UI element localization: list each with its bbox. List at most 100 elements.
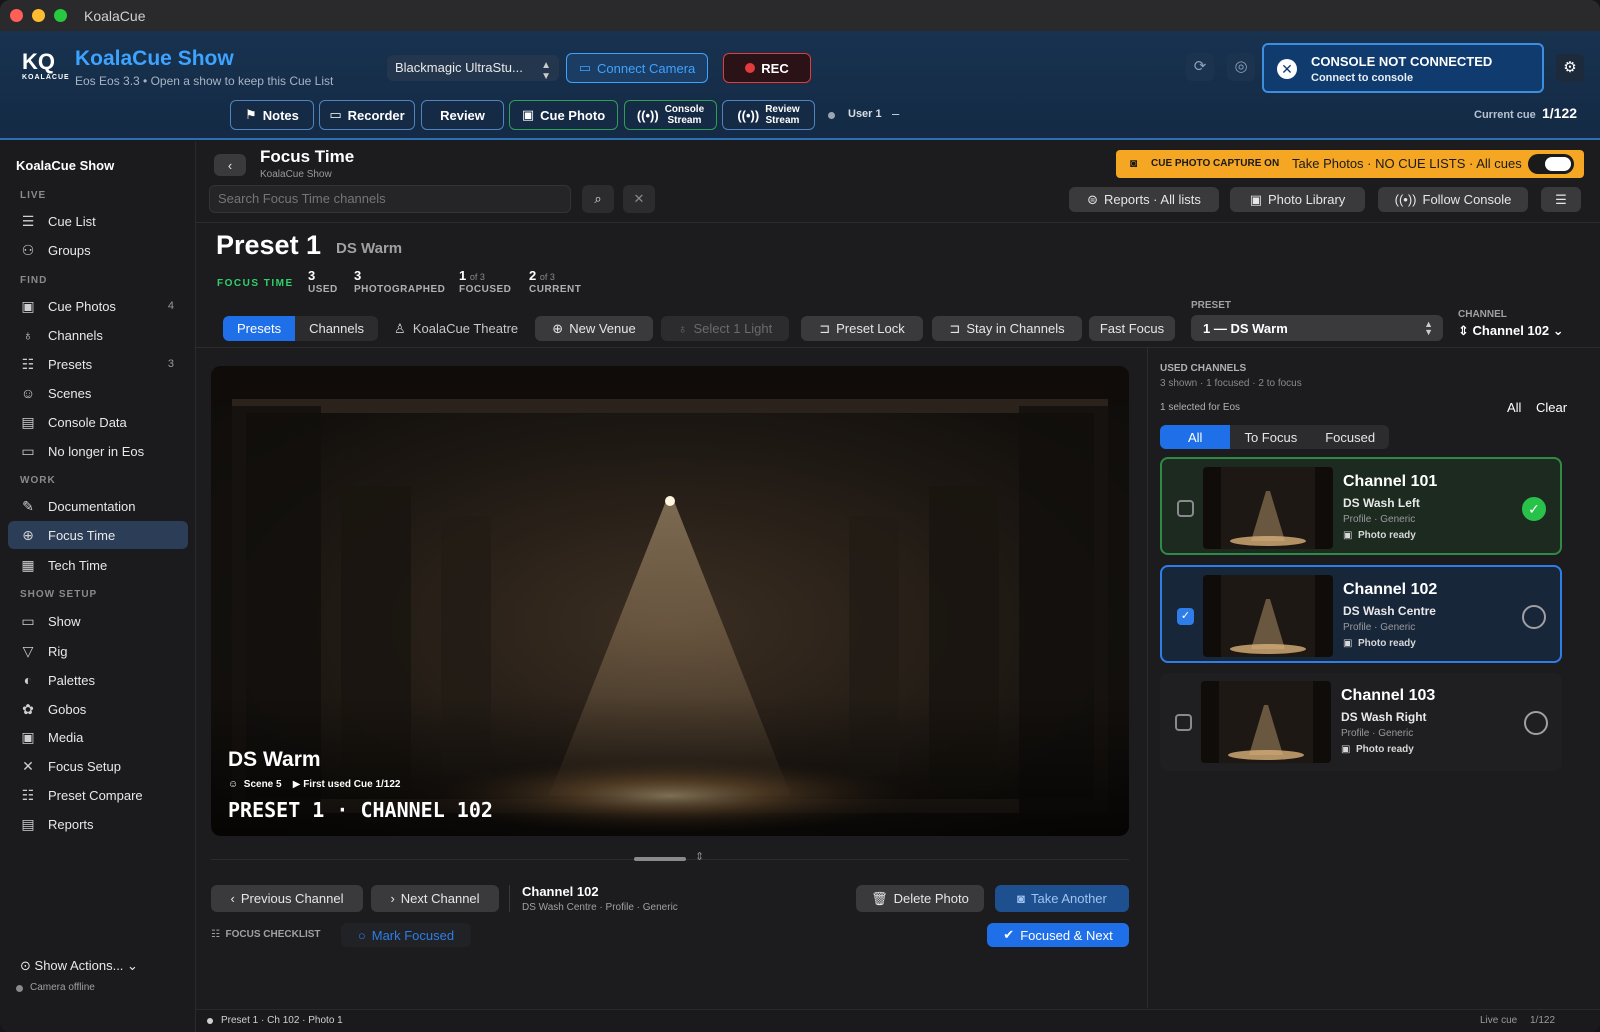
filter-focused[interactable]: Focused bbox=[1311, 425, 1389, 449]
channel-card-102[interactable]: ✓ Channel 102 DS Wash Centre Profile · G… bbox=[1160, 565, 1562, 663]
rec-button[interactable]: REC bbox=[723, 53, 811, 83]
target-icon[interactable]: ◎ bbox=[1227, 53, 1255, 81]
close-window-button[interactable] bbox=[10, 9, 23, 22]
preset-lock-label: Preset Lock bbox=[836, 321, 905, 336]
app-title: KoalaCue Show bbox=[75, 47, 234, 70]
sidebar-item-gobos[interactable]: ✿ Gobos bbox=[8, 695, 188, 723]
new-venue-button[interactable]: ⊕ New Venue bbox=[535, 316, 653, 341]
tab-presets[interactable]: Presets bbox=[223, 316, 296, 341]
sidebar-item-palettes[interactable]: ◐ Palettes bbox=[8, 666, 188, 694]
camera-icon: ◙ bbox=[1130, 156, 1138, 170]
channel-filter: All To Focus Focused bbox=[1160, 425, 1390, 449]
sidebar-item-presets[interactable]: ☷ Presets 3 bbox=[8, 350, 188, 378]
sidebar-item-channels[interactable]: ♁ Channels bbox=[8, 321, 188, 349]
sidebar-item-label: Focus Setup bbox=[48, 758, 121, 774]
user-dash: – bbox=[892, 106, 900, 121]
sync-icon[interactable]: ⟳ bbox=[1186, 53, 1214, 81]
sidebar-item-focus-time[interactable]: ⊕ Focus Time bbox=[8, 521, 188, 549]
stat-value: 3 bbox=[354, 268, 362, 283]
select-light-button[interactable]: ♁ Select 1 Light bbox=[661, 316, 789, 341]
chevron-right-icon: › bbox=[390, 891, 395, 906]
channel-card-103[interactable]: Channel 103 DS Wash Right Profile · Gene… bbox=[1160, 673, 1562, 771]
delete-photo-button[interactable]: 🗑︎ Delete Photo bbox=[856, 885, 984, 912]
clear-selection-link[interactable]: Clear bbox=[1536, 400, 1567, 415]
tab-channels[interactable]: Channels bbox=[295, 316, 378, 341]
resize-handle[interactable] bbox=[634, 857, 686, 861]
review-button[interactable]: Review bbox=[421, 100, 504, 130]
sidebar-item-show[interactable]: ▭ Show bbox=[8, 607, 188, 635]
crosshair-icon: ⊕ bbox=[22, 526, 34, 543]
next-channel-button[interactable]: › Next Channel bbox=[371, 885, 499, 912]
section-find: FIND bbox=[20, 275, 48, 286]
previous-channel-button[interactable]: ‹ Previous Channel bbox=[211, 885, 363, 912]
filter-all[interactable]: All bbox=[1160, 425, 1231, 449]
broadcast-icon: ((•)) bbox=[636, 107, 659, 123]
preset-select[interactable]: 1 — DS Warm ▲ ▼ bbox=[1191, 315, 1443, 341]
unlock-icon: ⊐ bbox=[949, 320, 961, 336]
channel-checkbox[interactable] bbox=[1175, 714, 1192, 731]
sidebar-item-console-data[interactable]: ▤ Console Data bbox=[8, 408, 188, 436]
sidebar-item-no-longer[interactable]: ▭ No longer in Eos bbox=[8, 437, 188, 465]
clear-search-button[interactable]: ✕ bbox=[623, 185, 655, 213]
sidebar-item-label: Documentation bbox=[48, 498, 136, 514]
groups-icon: ⚇ bbox=[21, 241, 35, 258]
sidebar-item-groups[interactable]: ⚇ Groups bbox=[8, 236, 188, 264]
sidebar-item-scenes[interactable]: ☺ Scenes bbox=[8, 379, 188, 407]
connect-camera-button[interactable]: ▭ Connect Camera bbox=[566, 53, 708, 83]
live-cue-label: Live cue bbox=[1480, 1015, 1518, 1026]
capture-text: Take Photos · NO CUE LISTS · All cues bbox=[1292, 156, 1522, 171]
sidebar-item-label: Show bbox=[48, 613, 81, 629]
venue-name: KoalaCue Theatre bbox=[412, 321, 519, 336]
search-button[interactable]: ⌕ bbox=[582, 185, 614, 213]
sidebar-item-focus-setup[interactable]: ✕ Focus Setup bbox=[8, 752, 188, 780]
preset-lock-button[interactable]: ⊐ Preset Lock bbox=[801, 316, 923, 341]
capture-toggle[interactable] bbox=[1528, 154, 1574, 174]
sidebar-item-reports[interactable]: ▤ Reports bbox=[8, 810, 188, 838]
channel-checkbox[interactable]: ✓ bbox=[1177, 608, 1194, 625]
sidebar-item-rig[interactable]: ▽ Rig bbox=[8, 637, 188, 665]
notes-button[interactable]: ⚑ Notes bbox=[230, 100, 314, 130]
cue-photo-button[interactable]: ▣ Cue Photo bbox=[509, 100, 618, 130]
filter-settings-button[interactable]: ☰ bbox=[1541, 187, 1581, 212]
show-actions-menu[interactable]: ⊙ Show Actions... ⌄ bbox=[20, 958, 138, 974]
mark-focused-button[interactable]: ○ Mark Focused bbox=[341, 923, 471, 947]
reports-button[interactable]: ⊜ Reports · All lists bbox=[1069, 187, 1219, 212]
unfocused-circle-icon[interactable] bbox=[1524, 711, 1548, 735]
review-stream-button[interactable]: ((•)) Review Stream bbox=[722, 100, 815, 130]
gear-icon[interactable]: ⚙ bbox=[1556, 54, 1584, 82]
photo-caption: PRESET 1 · CHANNEL 102 bbox=[228, 798, 493, 822]
photo-title: DS Warm bbox=[228, 748, 321, 771]
follow-console-button[interactable]: ((•)) Follow Console bbox=[1378, 187, 1528, 212]
select-all-link[interactable]: All bbox=[1507, 400, 1521, 415]
photo-library-button[interactable]: ▣ Photo Library bbox=[1230, 187, 1365, 212]
minimize-window-button[interactable] bbox=[32, 9, 45, 22]
unfocused-circle-icon[interactable] bbox=[1522, 605, 1546, 629]
console-stream-button[interactable]: ((•)) Console Stream bbox=[624, 100, 717, 130]
sidebar-item-tech-time[interactable]: ▦ Tech Time bbox=[8, 551, 188, 579]
back-button[interactable]: ‹ bbox=[214, 154, 246, 176]
sidebar-item-cue-list[interactable]: ☰ Cue List bbox=[8, 207, 188, 235]
take-another-button[interactable]: ◙ Take Another bbox=[995, 885, 1129, 912]
channel-checkbox[interactable] bbox=[1177, 500, 1194, 517]
sidebar-item-cue-photos[interactable]: ▣ Cue Photos 4 bbox=[8, 292, 188, 320]
channel-thumbnail bbox=[1203, 467, 1333, 549]
search-field[interactable] bbox=[209, 185, 571, 213]
sidebar-item-media[interactable]: ▣ Media bbox=[8, 723, 188, 751]
console-alert[interactable]: ✕ CONSOLE NOT CONNECTED Connect to conso… bbox=[1262, 43, 1544, 93]
focused-next-button[interactable]: ✔ Focused & Next bbox=[987, 923, 1129, 947]
sidebar-item-preset-compare[interactable]: ☷ Preset Compare bbox=[8, 781, 188, 809]
zoom-window-button[interactable] bbox=[54, 9, 67, 22]
camera-select[interactable]: Blackmagic UltraStu... ▲ ▼ bbox=[387, 55, 559, 82]
channel-card-101[interactable]: Channel 101 DS Wash Left Profile · Gener… bbox=[1160, 457, 1562, 555]
stay-channels-button[interactable]: ⊐ Stay in Channels bbox=[932, 316, 1082, 341]
channel-select[interactable]: ⇕ Channel 102 ⌄ bbox=[1458, 323, 1564, 339]
search-input[interactable] bbox=[218, 191, 558, 206]
next-channel-label: Next Channel bbox=[400, 891, 480, 906]
sidebar-item-documentation[interactable]: ✎ Documentation bbox=[8, 492, 188, 520]
filter-to-focus[interactable]: To Focus bbox=[1230, 425, 1311, 449]
focused-check-icon[interactable]: ✓ bbox=[1522, 497, 1546, 521]
recorder-button[interactable]: ▭ Recorder bbox=[319, 100, 415, 130]
resize-arrows-icon[interactable]: ⇕ bbox=[695, 850, 704, 863]
focus-photo[interactable]: DS Warm ☺ Scene 5 ▶ First used Cue 1/122… bbox=[211, 366, 1129, 836]
fast-focus-button[interactable]: Fast Focus bbox=[1089, 316, 1175, 341]
